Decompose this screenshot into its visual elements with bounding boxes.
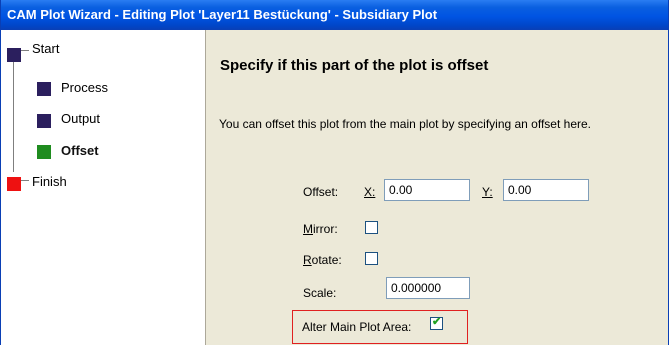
page-description: You can offset this plot from the main p… (219, 117, 591, 131)
step-marker-finish (7, 177, 21, 191)
step-start[interactable]: Start (32, 41, 59, 57)
tree-line (21, 50, 29, 51)
alter-main-plot-area-checkbox[interactable]: ✔ (430, 316, 443, 330)
offset-x-input[interactable]: 0.00 (384, 179, 470, 201)
step-marker-output (37, 114, 51, 128)
offset-label: Offset: (303, 185, 339, 199)
step-finish[interactable]: Finish (32, 174, 67, 190)
mirror-checkbox[interactable] (365, 221, 378, 234)
alter-main-plot-area-label: Alter Main Plot Area: (302, 320, 412, 334)
scale-label: Scale: (303, 286, 337, 300)
y-label: Y: (482, 185, 493, 199)
rotate-label: Rotate: (303, 253, 342, 267)
tree-line (13, 52, 14, 172)
offset-y-input[interactable]: 0.00 (503, 179, 589, 201)
wizard-window: CAM Plot Wizard - Editing Plot 'Layer11 … (0, 0, 669, 345)
mirror-label: Mirror: (303, 222, 338, 236)
step-marker-start (7, 48, 21, 62)
step-process[interactable]: Process (61, 80, 108, 96)
page-heading: Specify if this part of the plot is offs… (220, 57, 489, 74)
step-marker-offset (37, 145, 51, 159)
tree-line (21, 180, 29, 181)
step-output[interactable]: Output (61, 111, 100, 127)
wizard-page: Specify if this part of the plot is offs… (206, 30, 668, 345)
step-offset[interactable]: Offset (61, 143, 99, 159)
wizard-steps-panel: Start Process Output Offset Finish (1, 30, 206, 345)
step-marker-process (37, 82, 51, 96)
rotate-checkbox[interactable] (365, 252, 378, 265)
title-bar: CAM Plot Wizard - Editing Plot 'Layer11 … (1, 0, 668, 30)
scale-input[interactable]: 0.000000 (386, 277, 470, 299)
x-label: X: (364, 185, 376, 199)
checkmark-icon: ✔ (432, 316, 442, 328)
